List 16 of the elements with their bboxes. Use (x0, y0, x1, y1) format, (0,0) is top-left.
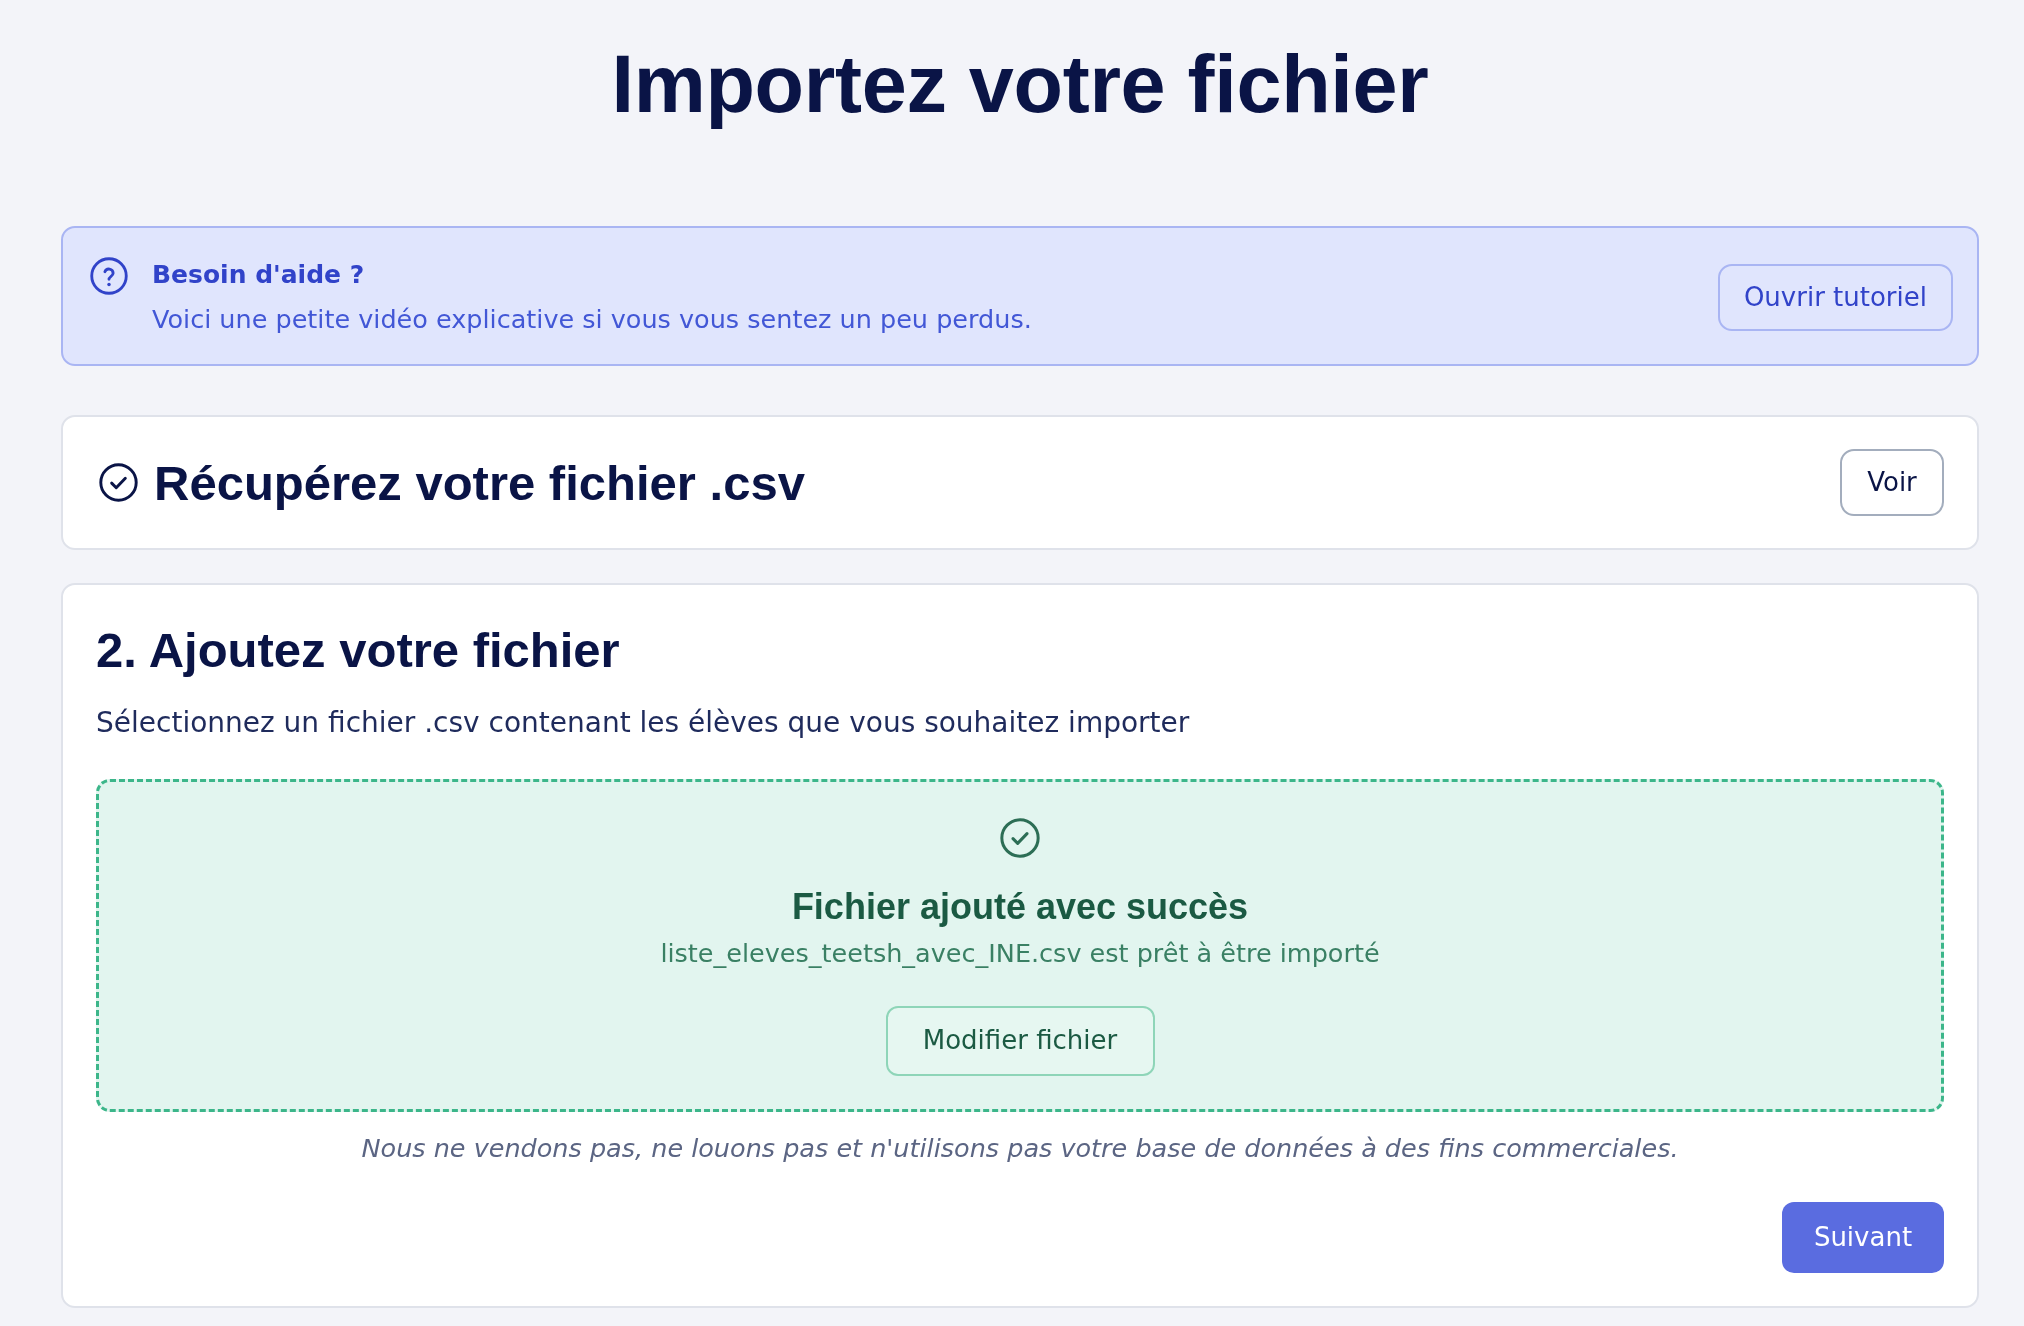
file-drop-zone[interactable]: Fichier ajouté avec succès liste_eleves_teetsh_avec_INE.csv est prêt à être importé Modifier fichier (96, 778, 1944, 1112)
help-text: Voici une petite vidéo explicative si vous vous sentez un peu perdus. (152, 303, 1032, 337)
step-title: 2. Ajoutez votre fichier (96, 622, 620, 679)
upload-status-title: Fichier ajouté avec succès (791, 885, 1249, 927)
tutorial-button[interactable]: Ouvrir tutoriel (1717, 263, 1953, 331)
next-button[interactable]: Suivant (1782, 1201, 1944, 1273)
step-title: Récupérez votre fichier .csv (154, 454, 805, 511)
check-circle-icon (1000, 817, 1040, 858)
change-file-button[interactable]: Modifier fichier (885, 1005, 1155, 1076)
view-button[interactable]: Voir (1840, 449, 1944, 517)
privacy-notice: Nous ne vendons pas, ne louons pas et n'utilisons pas votre base de données à des fins commerciales. (361, 1131, 1679, 1165)
help-icon (90, 257, 128, 296)
step-description: Sélectionnez un fichier .csv contenant les élèves que vous souhaitez importer (96, 704, 1190, 741)
file-status-text: liste_eleves_teetsh_avec_INE.csv est prêt à être importé (660, 936, 1380, 970)
help-title: Besoin d'aide ? (152, 259, 365, 292)
page-title: Importez votre fichier (611, 38, 1429, 131)
